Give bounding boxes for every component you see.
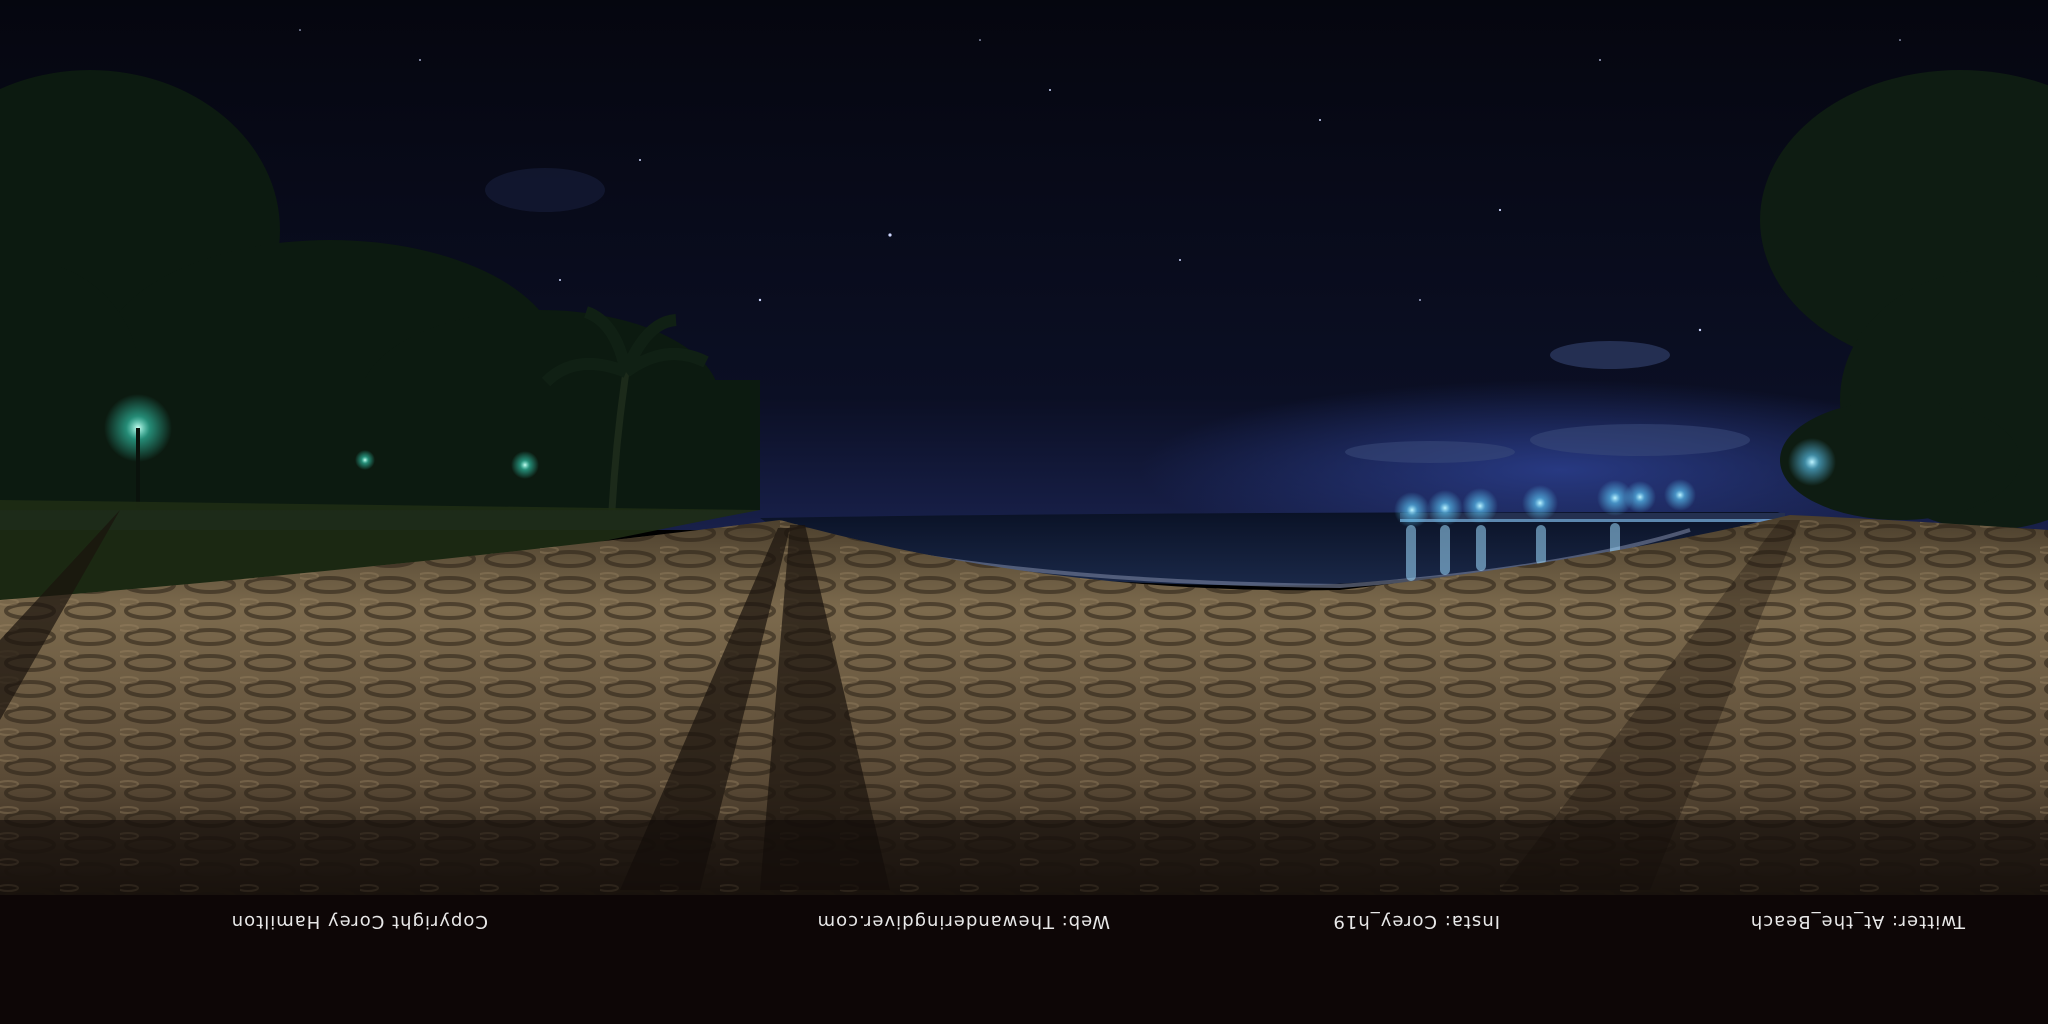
twitter-watermark: Twitter: At_the_Beach <box>1749 911 1965 932</box>
website-watermark: Web: Thewanderingdiver.com <box>816 911 1110 932</box>
instagram-watermark: Insta: Corey_h19 <box>1332 911 1500 932</box>
copyright-watermark: Copyright Corey Hamilton <box>230 911 488 932</box>
street-lamp-glow <box>355 450 375 470</box>
beach-night-panorama <box>0 0 2048 1024</box>
sand-vignette <box>0 820 2048 895</box>
lamp-post <box>136 428 140 508</box>
street-lamp-glow <box>511 451 539 479</box>
